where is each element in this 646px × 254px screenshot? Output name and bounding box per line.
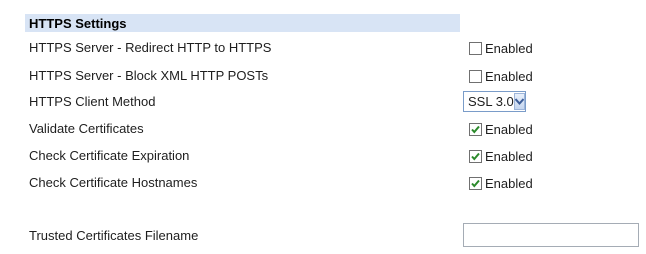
setting-row-validate-certificates: Validate Certificates Enabled [29, 118, 629, 140]
check-hostnames-checkbox[interactable] [469, 176, 482, 190]
block-xml-posts-enabled-label[interactable]: Enabled [485, 69, 533, 84]
validate-certificates-label: Validate Certificates [29, 121, 144, 136]
check-expiration-checkbox-group[interactable]: Enabled [469, 148, 533, 164]
client-method-label: HTTPS Client Method [29, 94, 156, 109]
validate-certificates-checkbox-group[interactable]: Enabled [469, 121, 533, 137]
checkmark-icon [471, 152, 480, 161]
redirect-http-label: HTTPS Server - Redirect HTTP to HTTPS [29, 40, 272, 55]
checkmark-icon [471, 125, 480, 134]
setting-row-check-hostnames: Check Certificate Hostnames Enabled [29, 172, 629, 194]
checkmark-icon [471, 179, 480, 188]
trusted-certificates-label: Trusted Certificates Filename [29, 228, 199, 243]
setting-row-block-xml-posts: HTTPS Server - Block XML HTTP POSTs Enab… [29, 65, 629, 87]
setting-row-client-method: HTTPS Client Method SSL 3.0 [29, 91, 629, 113]
trusted-certificates-filename-input[interactable] [463, 223, 639, 247]
block-xml-posts-label: HTTPS Server - Block XML HTTP POSTs [29, 68, 269, 83]
check-hostnames-checkbox-group[interactable]: Enabled [469, 175, 533, 191]
validate-certificates-checkbox[interactable] [469, 122, 482, 136]
check-hostnames-label: Check Certificate Hostnames [29, 175, 198, 190]
client-method-select[interactable]: SSL 3.0 [463, 91, 526, 112]
redirect-http-checkbox-group[interactable]: Enabled [469, 40, 533, 56]
check-expiration-checkbox[interactable] [469, 149, 482, 163]
check-expiration-enabled-label[interactable]: Enabled [485, 149, 533, 164]
redirect-http-checkbox[interactable] [469, 41, 482, 55]
chevron-down-icon[interactable] [513, 93, 525, 110]
redirect-http-enabled-label[interactable]: Enabled [485, 41, 533, 56]
validate-certificates-enabled-label[interactable]: Enabled [485, 122, 533, 137]
block-xml-posts-checkbox[interactable] [469, 69, 482, 83]
check-expiration-label: Check Certificate Expiration [29, 148, 190, 163]
client-method-selected-value[interactable]: SSL 3.0 [464, 94, 514, 109]
section-header: HTTPS Settings [25, 14, 460, 32]
setting-row-trusted-certificates: Trusted Certificates Filename [29, 223, 639, 247]
section-title: HTTPS Settings [29, 16, 127, 31]
check-hostnames-enabled-label[interactable]: Enabled [485, 176, 533, 191]
setting-row-redirect-http: HTTPS Server - Redirect HTTP to HTTPS En… [29, 37, 629, 59]
setting-row-check-expiration: Check Certificate Expiration Enabled [29, 145, 629, 167]
block-xml-posts-checkbox-group[interactable]: Enabled [469, 68, 533, 84]
